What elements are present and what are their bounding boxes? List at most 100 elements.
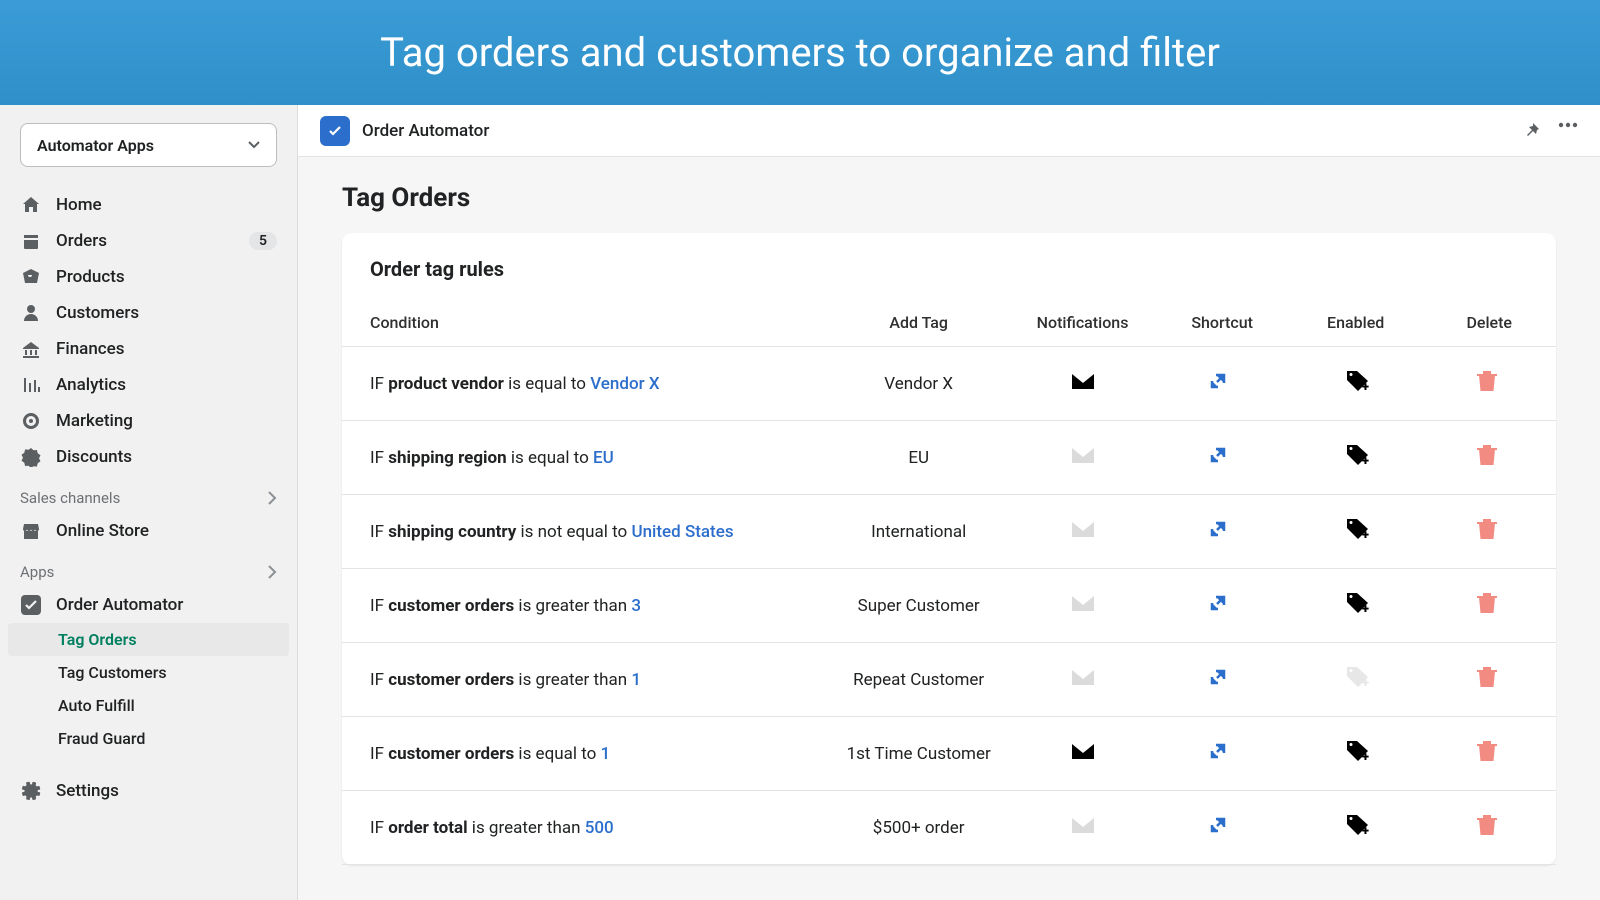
- analytics-icon: [20, 374, 42, 396]
- banner-text: Tag orders and customers to organize and…: [380, 29, 1220, 76]
- sidebar-item-products[interactable]: Products: [0, 259, 297, 295]
- cell-tag: Vendor X: [828, 347, 1010, 421]
- products-icon: [20, 266, 42, 288]
- mail-icon[interactable]: [1070, 371, 1096, 393]
- svg-text:+: +: [1362, 750, 1369, 762]
- trash-icon[interactable]: [1476, 665, 1502, 687]
- mail-icon[interactable]: [1070, 445, 1096, 467]
- tag-enabled-icon[interactable]: +: [1343, 444, 1369, 466]
- more-icon[interactable]: [1558, 122, 1578, 140]
- orders-icon: [20, 230, 42, 252]
- cell-tag: EU: [828, 421, 1010, 495]
- promo-banner: Tag orders and customers to organize and…: [0, 0, 1600, 105]
- shortcut-icon[interactable]: [1209, 816, 1235, 838]
- trash-icon[interactable]: [1476, 591, 1502, 613]
- caret-down-icon: [248, 141, 260, 149]
- shortcut-icon[interactable]: [1209, 520, 1235, 542]
- mail-icon[interactable]: [1070, 667, 1096, 689]
- shortcut-icon[interactable]: [1209, 446, 1235, 468]
- tag-enabled-icon[interactable]: +: [1343, 592, 1369, 614]
- table-row: IF order total is greater than 500$500+ …: [342, 791, 1556, 865]
- sidebar-item-customers[interactable]: Customers: [0, 295, 297, 331]
- badge: 5: [249, 232, 277, 250]
- svg-text:+: +: [1362, 676, 1369, 688]
- trash-icon[interactable]: [1476, 443, 1502, 465]
- rules-card: Order tag rules Condition Add Tag Notifi…: [342, 233, 1556, 865]
- mail-icon[interactable]: [1070, 593, 1096, 615]
- sidebar-item-label: Marketing: [56, 411, 133, 431]
- chevron-right-icon: [268, 491, 277, 505]
- apps-header[interactable]: Apps: [0, 549, 297, 587]
- sidebar-item-home[interactable]: Home: [0, 187, 297, 223]
- col-enabled: Enabled: [1289, 299, 1423, 347]
- cell-condition: IF customer orders is greater than 1: [342, 643, 828, 717]
- discounts-icon: [20, 446, 42, 468]
- sidebar-sub-tag-customers[interactable]: Tag Customers: [0, 656, 297, 689]
- table-row: IF shipping country is not equal to Unit…: [342, 495, 1556, 569]
- col-shortcut: Shortcut: [1155, 299, 1289, 347]
- cell-tag: 1st Time Customer: [828, 717, 1010, 791]
- cell-condition: IF order total is greater than 500: [342, 791, 828, 865]
- tag-enabled-icon[interactable]: +: [1343, 814, 1369, 836]
- tag-enabled-icon[interactable]: +: [1343, 666, 1369, 688]
- tag-enabled-icon[interactable]: +: [1343, 370, 1369, 392]
- home-icon: [20, 194, 42, 216]
- trash-icon[interactable]: [1476, 369, 1502, 391]
- app-title: Order Automator: [362, 121, 489, 141]
- sidebar-item-finances[interactable]: Finances: [0, 331, 297, 367]
- card-title: Order tag rules: [342, 257, 1556, 299]
- mail-icon[interactable]: [1070, 815, 1096, 837]
- sidebar-item-label: Products: [56, 267, 125, 287]
- shortcut-icon[interactable]: [1209, 742, 1235, 764]
- sidebar-sub-auto-fulfill[interactable]: Auto Fulfill: [0, 689, 297, 722]
- table-row: IF customer orders is equal to 11st Time…: [342, 717, 1556, 791]
- rules-table: Condition Add Tag Notifications Shortcut…: [342, 299, 1556, 865]
- sidebar-item-order-automator[interactable]: Order Automator: [0, 587, 297, 623]
- sidebar-item-orders[interactable]: Orders5: [0, 223, 297, 259]
- sidebar-item-marketing[interactable]: Marketing: [0, 403, 297, 439]
- page-title: Tag Orders: [342, 183, 1556, 213]
- store-icon: [20, 520, 42, 542]
- trash-icon[interactable]: [1476, 739, 1502, 761]
- sidebar-item-settings[interactable]: Settings: [0, 773, 297, 809]
- sidebar-sub-tag-orders[interactable]: Tag Orders: [8, 623, 289, 656]
- sales-channels-header[interactable]: Sales channels: [0, 475, 297, 513]
- sidebar-item-online-store[interactable]: Online Store: [0, 513, 297, 549]
- shortcut-icon[interactable]: [1209, 372, 1235, 394]
- sidebar-item-label: Customers: [56, 303, 139, 323]
- col-addtag: Add Tag: [828, 299, 1010, 347]
- sidebar-item-analytics[interactable]: Analytics: [0, 367, 297, 403]
- sidebar-item-label: Order Automator: [56, 595, 183, 615]
- topbar: Order Automator: [298, 105, 1600, 157]
- col-condition: Condition: [342, 299, 828, 347]
- sidebar-item-label: Home: [56, 195, 102, 215]
- table-row: IF customer orders is greater than 1Repe…: [342, 643, 1556, 717]
- store-selector-label: Automator Apps: [37, 136, 154, 155]
- cell-tag: $500+ order: [828, 791, 1010, 865]
- sidebar-item-label: Settings: [56, 781, 119, 801]
- trash-icon[interactable]: [1476, 517, 1502, 539]
- mail-icon[interactable]: [1070, 741, 1096, 763]
- cell-condition: IF shipping region is equal to EU: [342, 421, 828, 495]
- app-icon: [320, 116, 350, 146]
- sidebar-item-label: Discounts: [56, 447, 132, 467]
- tag-enabled-icon[interactable]: +: [1343, 740, 1369, 762]
- svg-text:+: +: [1362, 454, 1369, 466]
- mail-icon[interactable]: [1070, 519, 1096, 541]
- customers-icon: [20, 302, 42, 324]
- trash-icon[interactable]: [1476, 813, 1502, 835]
- chevron-right-icon: [268, 565, 277, 579]
- shortcut-icon[interactable]: [1209, 594, 1235, 616]
- sidebar-sub-fraud-guard[interactable]: Fraud Guard: [0, 722, 297, 755]
- store-selector[interactable]: Automator Apps: [20, 123, 277, 167]
- tag-enabled-icon[interactable]: +: [1343, 518, 1369, 540]
- pin-icon[interactable]: [1522, 122, 1540, 140]
- main: Order Automator Tag Orders Order tag rul…: [298, 105, 1600, 900]
- svg-text:+: +: [1362, 380, 1369, 392]
- sidebar-item-discounts[interactable]: Discounts: [0, 439, 297, 475]
- cell-tag: Super Customer: [828, 569, 1010, 643]
- table-row: IF customer orders is greater than 3Supe…: [342, 569, 1556, 643]
- shortcut-icon[interactable]: [1209, 668, 1235, 690]
- sidebar: Automator Apps Home Orders5 Products Custom…: [0, 105, 298, 900]
- sidebar-item-label: Finances: [56, 339, 125, 359]
